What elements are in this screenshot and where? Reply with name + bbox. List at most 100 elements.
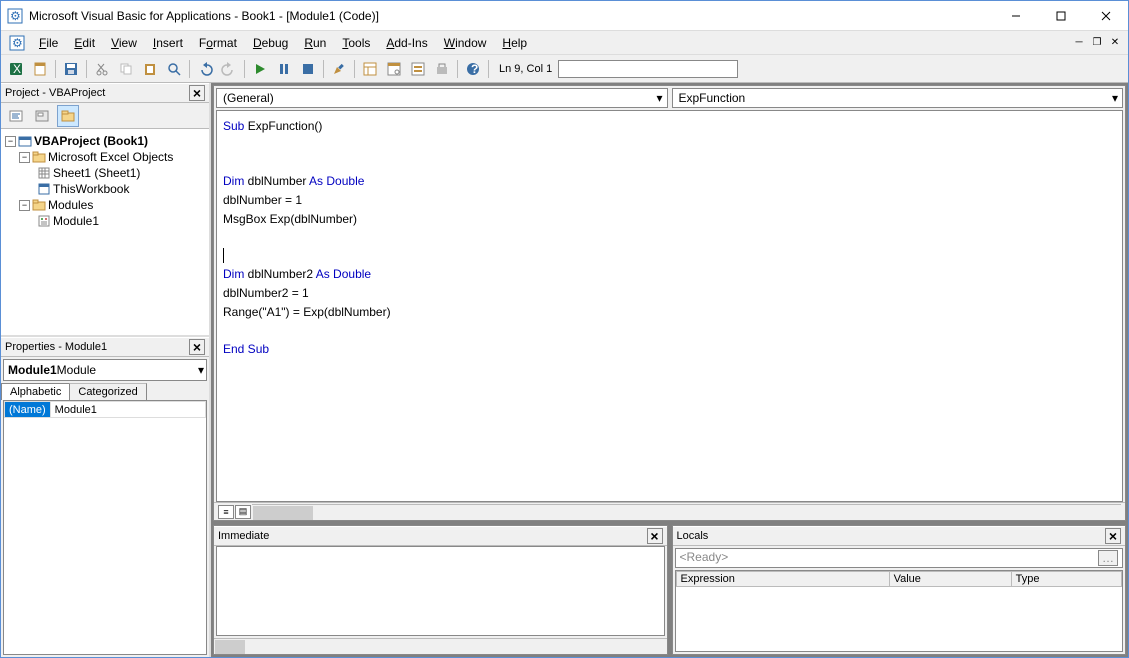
close-button[interactable]: [1083, 1, 1128, 31]
project-explorer-button[interactable]: [359, 58, 381, 80]
locals-grid[interactable]: Expression Value Type: [675, 570, 1124, 652]
properties-panel-header: Properties - Module1 ×: [1, 337, 209, 357]
module-icon: [37, 214, 51, 228]
properties-object-dropdown[interactable]: Module1 Module ▾: [3, 359, 207, 381]
mdi-minimize-button[interactable]: ─: [1072, 36, 1086, 50]
menu-edit[interactable]: Edit: [66, 34, 103, 52]
tree-root-label: VBAProject (Book1): [34, 134, 148, 148]
menu-view[interactable]: View: [103, 34, 145, 52]
immediate-panel-close-button[interactable]: ×: [647, 528, 663, 544]
locals-col-expression[interactable]: Expression: [676, 572, 889, 587]
tree-sheet1[interactable]: Sheet1 (Sheet1): [1, 165, 209, 181]
vba-menu-icon: ⚙: [9, 35, 25, 51]
horizontal-scrollbar[interactable]: [252, 504, 1121, 520]
object-dropdown[interactable]: (General) ▾: [216, 88, 668, 108]
tree-node-label: Module1: [53, 214, 99, 228]
project-panel-close-button[interactable]: ×: [189, 85, 205, 101]
locals-col-value[interactable]: Value: [889, 572, 1011, 587]
menubar: ⚙ File Edit View Insert Format Debug Run…: [1, 31, 1128, 55]
paste-button[interactable]: [139, 58, 161, 80]
standard-toolbar: X ? Ln 9, Col 1: [1, 55, 1128, 83]
toolbox-button[interactable]: [431, 58, 453, 80]
property-row[interactable]: (Name) Module1: [5, 402, 206, 418]
code-navigation-dropdowns: (General) ▾ ExpFunction ▾: [214, 86, 1125, 110]
text-cursor: [223, 248, 224, 263]
menu-addins[interactable]: Add-Ins: [378, 34, 435, 52]
design-mode-button[interactable]: [328, 58, 350, 80]
immediate-window-textarea[interactable]: [216, 546, 665, 636]
help-button[interactable]: ?: [462, 58, 484, 80]
menu-format[interactable]: Format: [191, 34, 245, 52]
workbook-icon: [37, 182, 51, 196]
project-toolbar: [1, 103, 209, 129]
view-object-button[interactable]: [31, 105, 53, 127]
worksheet-icon: [37, 166, 51, 180]
tree-excel-objects[interactable]: − Microsoft Excel Objects: [1, 149, 209, 165]
properties-grid[interactable]: (Name) Module1: [3, 400, 207, 655]
tab-categorized[interactable]: Categorized: [69, 383, 146, 400]
tree-thisworkbook[interactable]: ThisWorkbook: [1, 181, 209, 197]
menu-file[interactable]: File: [31, 34, 66, 52]
reset-button[interactable]: [297, 58, 319, 80]
copy-button[interactable]: [115, 58, 137, 80]
tree-root[interactable]: − VBAProject (Book1): [1, 133, 209, 149]
locals-panel-header: Locals ×: [673, 526, 1126, 546]
property-value-cell[interactable]: Module1: [50, 402, 205, 418]
object-dropdown-value: (General): [223, 91, 274, 105]
collapse-icon[interactable]: −: [19, 152, 30, 163]
menu-run[interactable]: Run: [296, 34, 334, 52]
properties-window-button[interactable]: [383, 58, 405, 80]
menu-window[interactable]: Window: [436, 34, 495, 52]
tree-node-label: ThisWorkbook: [53, 182, 129, 196]
horizontal-scrollbar[interactable]: [214, 638, 667, 654]
project-panel-title: Project - VBAProject: [5, 87, 189, 99]
toolbar-combo[interactable]: [558, 60, 738, 78]
maximize-button[interactable]: [1038, 1, 1083, 31]
undo-button[interactable]: [194, 58, 216, 80]
menu-tools[interactable]: Tools: [334, 34, 378, 52]
find-button[interactable]: [163, 58, 185, 80]
chevron-down-icon: ▾: [656, 91, 662, 105]
full-module-view-button[interactable]: ▤: [235, 505, 251, 519]
cut-button[interactable]: [91, 58, 113, 80]
redo-button[interactable]: [218, 58, 240, 80]
menu-insert[interactable]: Insert: [145, 34, 191, 52]
folder-icon: [32, 150, 46, 164]
minimize-button[interactable]: [993, 1, 1038, 31]
tree-node-label: Modules: [48, 198, 93, 212]
object-browser-button[interactable]: [407, 58, 429, 80]
mdi-restore-button[interactable]: ❐: [1090, 36, 1104, 50]
menu-help[interactable]: Help: [494, 34, 535, 52]
code-editor[interactable]: Sub ExpFunction() Dim dblNumber As Doubl…: [216, 110, 1123, 502]
run-button[interactable]: [249, 58, 271, 80]
code-area: (General) ▾ ExpFunction ▾ Sub ExpFunctio…: [211, 83, 1128, 657]
window-title: Microsoft Visual Basic for Applications …: [29, 9, 993, 23]
chevron-down-icon: ▾: [1112, 91, 1118, 105]
toggle-folders-button[interactable]: [57, 105, 79, 127]
folder-icon: [32, 198, 46, 212]
locals-panel-close-button[interactable]: ×: [1105, 528, 1121, 544]
view-excel-button[interactable]: X: [5, 58, 27, 80]
menu-debug[interactable]: Debug: [245, 34, 296, 52]
vba-app-icon: ⚙: [7, 8, 23, 24]
properties-panel-close-button[interactable]: ×: [189, 339, 205, 355]
tree-node-label: Sheet1 (Sheet1): [53, 166, 140, 180]
collapse-icon[interactable]: −: [5, 136, 16, 147]
locals-col-type[interactable]: Type: [1011, 572, 1121, 587]
props-combo-bold: Module1: [8, 363, 57, 377]
tree-modules[interactable]: − Modules: [1, 197, 209, 213]
view-code-button[interactable]: [5, 105, 27, 127]
project-icon: [18, 134, 32, 148]
locals-ellipsis-button[interactable]: …: [1098, 550, 1118, 566]
save-button[interactable]: [60, 58, 82, 80]
collapse-icon[interactable]: −: [19, 200, 30, 211]
tree-module1[interactable]: Module1: [1, 213, 209, 229]
project-tree[interactable]: − VBAProject (Book1) − Microsoft Excel O…: [1, 129, 209, 337]
procedure-dropdown[interactable]: ExpFunction ▾: [672, 88, 1124, 108]
procedure-view-button[interactable]: ≡: [218, 505, 234, 519]
properties-panel-title: Properties - Module1: [5, 341, 189, 353]
insert-module-button[interactable]: [29, 58, 51, 80]
tab-alphabetic[interactable]: Alphabetic: [1, 383, 70, 400]
break-button[interactable]: [273, 58, 295, 80]
mdi-close-button[interactable]: ✕: [1108, 36, 1122, 50]
